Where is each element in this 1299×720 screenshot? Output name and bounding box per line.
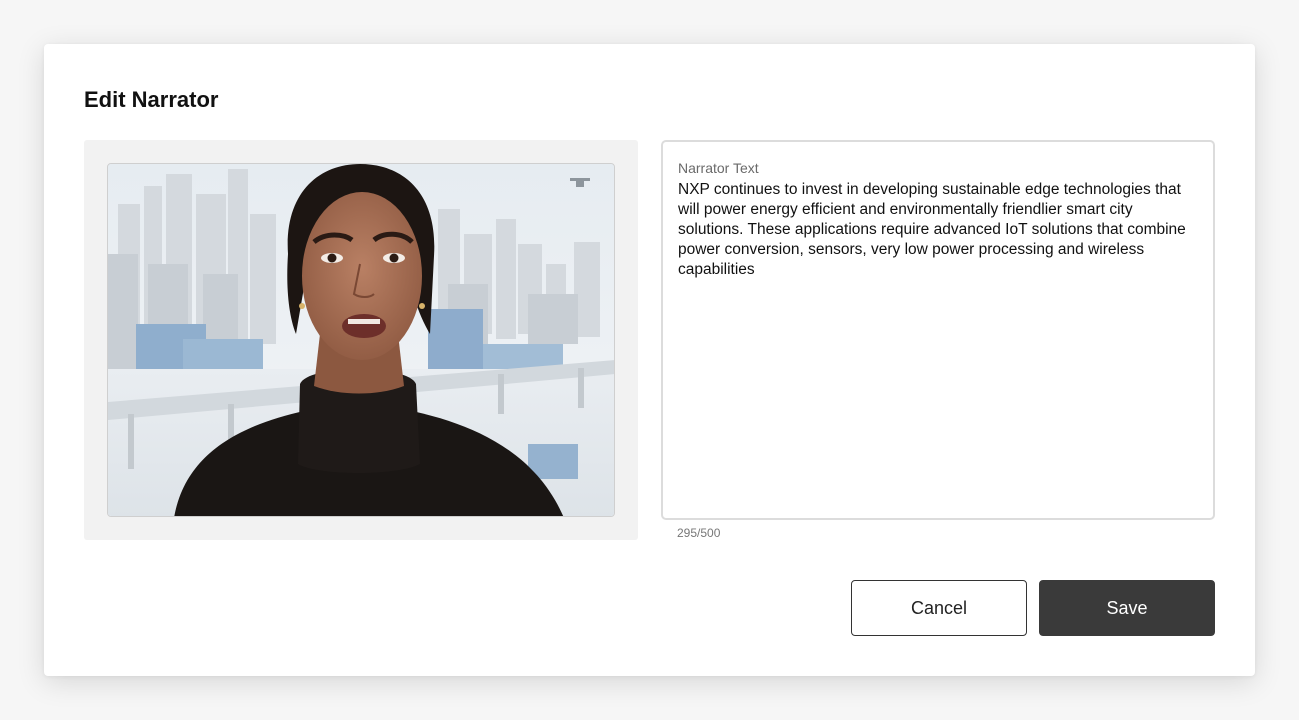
narrator-preview-image [108,164,614,516]
dialog-title: Edit Narrator [84,87,219,112]
narrator-text-input[interactable]: NXP continues to invest in developing su… [678,180,1193,280]
save-button[interactable]: Save [1039,580,1215,636]
cancel-button[interactable]: Cancel [851,580,1027,636]
narrator-preview-panel [84,140,638,540]
narrator-video-preview[interactable] [107,163,615,517]
narrator-text-field[interactable]: Narrator Text NXP continues to invest in… [661,140,1215,520]
character-count: 295/500 [677,526,721,540]
edit-narrator-dialog: Edit Narrator Narrator Text NXP continue… [44,44,1255,676]
narrator-text-label: Narrator Text [678,160,759,176]
